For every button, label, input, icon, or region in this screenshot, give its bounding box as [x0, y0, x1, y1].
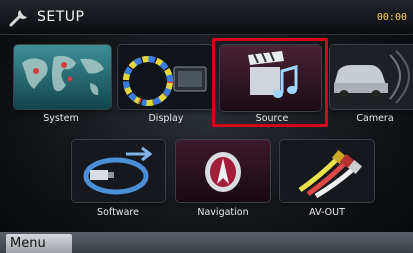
- header-bar: SETUP 00:00: [0, 0, 413, 35]
- wrench-icon: [9, 9, 28, 27]
- rca-cable-icon: [280, 140, 374, 202]
- car-camera-icon: [330, 45, 413, 109]
- system-tile[interactable]: [14, 45, 111, 109]
- menu-button[interactable]: Menu: [6, 234, 72, 253]
- bottom-bar: Menu: [0, 232, 413, 253]
- color-wheel-icon: [118, 45, 213, 109]
- usb-arrow-icon: [72, 140, 165, 202]
- software-label: Software: [97, 207, 139, 218]
- clock: 00:00: [376, 12, 407, 23]
- camera-label: Camera: [356, 113, 394, 124]
- navigation-tile[interactable]: [176, 140, 270, 202]
- world-map-icon: [14, 45, 111, 109]
- page-title: SETUP: [37, 9, 85, 25]
- setup-screen: SETUP 00:00 System Display Source Camera…: [0, 0, 413, 253]
- software-tile[interactable]: [72, 140, 165, 202]
- compass-icon: [176, 140, 270, 202]
- avout-label: AV-OUT: [309, 207, 345, 218]
- navigation-label: Navigation: [197, 207, 249, 218]
- source-label: Source: [255, 113, 289, 124]
- camera-tile[interactable]: [330, 45, 413, 109]
- display-label: Display: [148, 113, 184, 124]
- avout-tile[interactable]: [280, 140, 374, 202]
- display-tile[interactable]: [118, 45, 213, 109]
- system-label: System: [43, 113, 79, 124]
